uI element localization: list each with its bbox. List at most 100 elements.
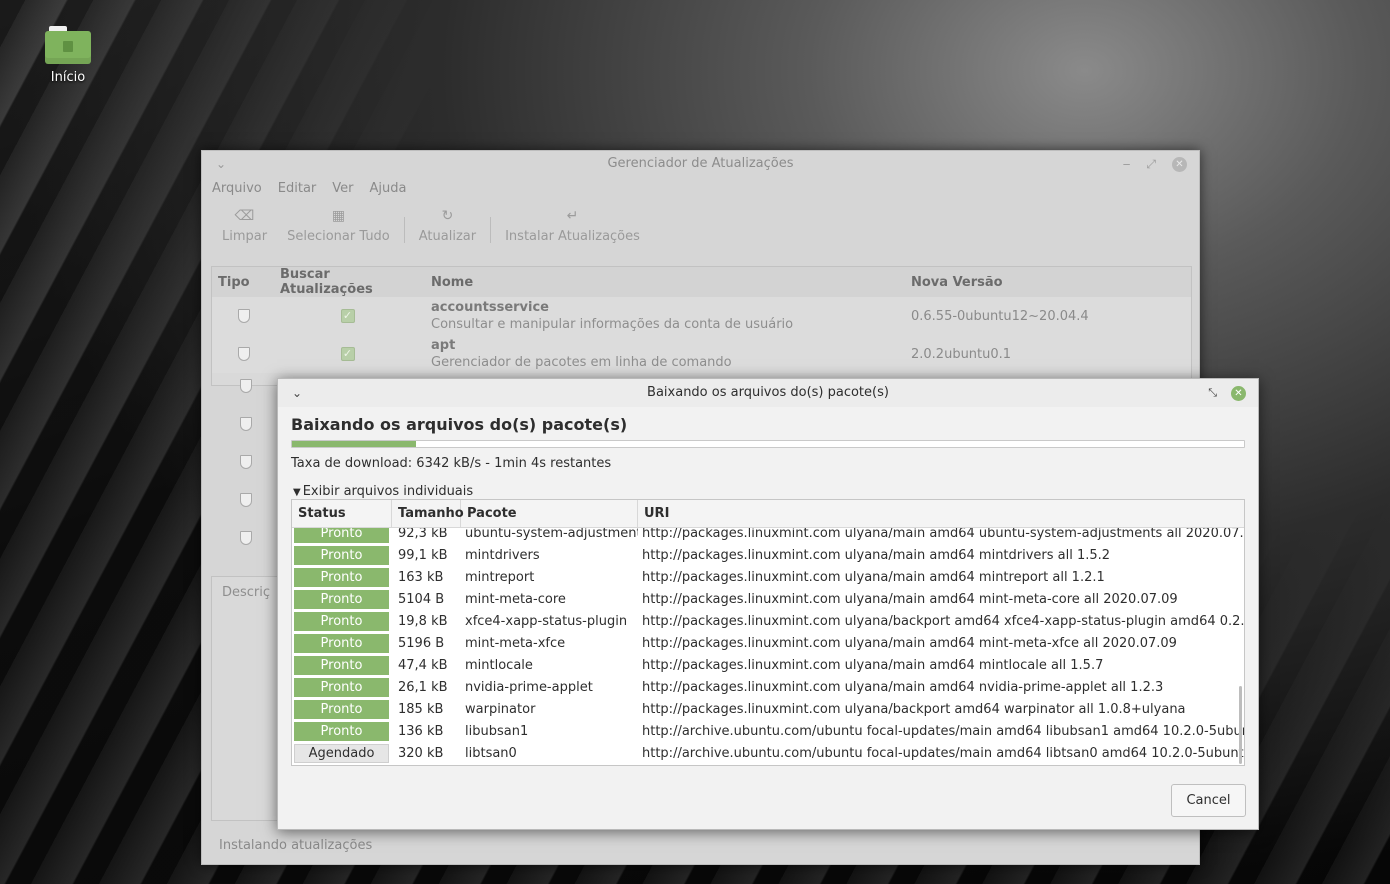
expander-label: Exibir arquivos individuais xyxy=(302,484,474,499)
file-row[interactable]: Pronto 19,8 kB xfce4-xapp-status-plugin htt… xyxy=(292,610,1244,632)
dialog-menu-chevron-icon[interactable]: ⌄ xyxy=(292,379,302,407)
package-row[interactable]: ✓ apt Gerenciador de pacotes em linha de… xyxy=(212,335,1191,373)
security-shield-icon xyxy=(238,309,250,323)
column-pacote[interactable]: Pacote xyxy=(461,500,638,527)
update-checkbox[interactable]: ✓ xyxy=(340,309,355,323)
file-row[interactable]: Pronto 5196 B mint-meta-xfce http://package… xyxy=(292,632,1244,654)
file-package: mintdrivers xyxy=(465,547,540,563)
column-status[interactable]: Status xyxy=(292,500,392,527)
download-progress-bar xyxy=(291,440,1245,448)
dialog-title: Baixando os arquivos do(s) pacote(s) xyxy=(647,385,889,400)
close-icon[interactable]: ✕ xyxy=(1172,156,1187,172)
package-description: Consultar e manipular informações da con… xyxy=(431,317,794,332)
file-row[interactable]: Pronto 47,4 kB mintlocale http://packages.l… xyxy=(292,654,1244,676)
file-row[interactable]: Pronto 185 kB warpinator http://packages.li… xyxy=(292,698,1244,720)
refresh-label: Atualizar xyxy=(418,229,477,244)
toolbar-separator xyxy=(403,217,405,243)
menu-ver[interactable]: Ver xyxy=(332,181,353,201)
security-shield-icon xyxy=(240,531,252,545)
file-size: 163 kB xyxy=(398,569,444,585)
file-size: 99,1 kB xyxy=(398,547,448,563)
status-badge: Agendado xyxy=(294,743,389,763)
file-package: ubuntu-system-adjustments xyxy=(465,528,638,541)
file-uri: http://packages.linuxmint.com ulyana/mai… xyxy=(642,679,1164,695)
clear-label: Limpar xyxy=(222,229,268,244)
file-package: libubsan1 xyxy=(465,723,529,739)
column-uri[interactable]: URI xyxy=(638,500,1244,527)
column-nome[interactable]: Nome xyxy=(425,275,905,290)
package-row[interactable]: ✓ accountsservice Consultar e manipular … xyxy=(212,297,1191,335)
file-uri: http://packages.linuxmint.com ulyana/mai… xyxy=(642,657,1104,673)
file-package: mintlocale xyxy=(465,657,533,673)
status-badge: Pronto xyxy=(294,545,389,565)
menu-arquivo[interactable]: Arquivo xyxy=(212,181,262,201)
status-badge: Pronto xyxy=(294,655,389,675)
select-all-button[interactable]: ▦ Selecionar Tudo xyxy=(277,207,400,244)
status-badge: Pronto xyxy=(294,699,389,719)
status-badge: Pronto xyxy=(294,677,389,697)
file-uri: http://packages.linuxmint.com ulyana/bac… xyxy=(642,613,1244,629)
update-checkbox[interactable]: ✓ xyxy=(340,347,355,361)
dialog-close-icon[interactable]: ✕ xyxy=(1231,385,1246,401)
file-package: mint-meta-xfce xyxy=(465,635,566,651)
file-row[interactable]: Pronto 136 kB libubsan1 http://archive.ubun… xyxy=(292,720,1244,742)
file-uri: http://packages.linuxmint.com ulyana/mai… xyxy=(642,591,1178,607)
install-icon: ↵ xyxy=(566,208,579,224)
package-list: Tipo Buscar Atualizações Nome Nova Versã… xyxy=(211,266,1192,386)
file-row[interactable]: Pronto 92,3 kB ubuntu-system-adjustments ht… xyxy=(292,528,1244,544)
security-shield-icon xyxy=(240,455,252,469)
install-updates-button[interactable]: ↵ Instalar Atualizações xyxy=(495,207,650,244)
file-package: libtsan0 xyxy=(465,745,517,761)
file-size: 5196 B xyxy=(398,635,445,651)
column-nova-versao[interactable]: Nova Versão xyxy=(905,275,1191,290)
files-scrollbar[interactable] xyxy=(1239,686,1242,764)
refresh-button[interactable]: ↻ Atualizar xyxy=(409,207,486,244)
window-menu-chevron-icon[interactable]: ⌄ xyxy=(216,151,226,177)
file-row[interactable]: Pronto 26,1 kB nvidia-prime-applet http://p… xyxy=(292,676,1244,698)
security-shield-icon xyxy=(240,493,252,507)
desktop-icon-inicio[interactable]: Início xyxy=(30,18,106,85)
window-title: Gerenciador de Atualizações xyxy=(607,156,794,171)
status-badge: Pronto xyxy=(294,611,389,631)
file-uri: http://packages.linuxmint.com ulyana/bac… xyxy=(642,701,1186,717)
files-table: Status Tamanho Pacote URI Pronto 92,3 kB u… xyxy=(291,499,1245,766)
restore-icon[interactable]: ⤡ xyxy=(1208,379,1217,407)
dialog-titlebar: ⌄ Baixando os arquivos do(s) pacote(s) ⤡… xyxy=(278,379,1258,407)
menu-editar[interactable]: Editar xyxy=(278,181,317,201)
file-uri: http://packages.linuxmint.com ulyana/mai… xyxy=(642,547,1111,563)
file-uri: http://archive.ubuntu.com/ubuntu focal-u… xyxy=(642,723,1244,739)
package-name: accountsservice xyxy=(431,300,549,315)
file-size: 185 kB xyxy=(398,701,444,717)
file-size: 320 kB xyxy=(398,745,444,761)
file-row[interactable]: Pronto 163 kB mintreport http://packages.li… xyxy=(292,566,1244,588)
package-version: 0.6.55-0ubuntu12~20.04.4 xyxy=(911,308,1089,324)
file-package: nvidia-prime-applet xyxy=(465,679,593,695)
status-badge: Pronto xyxy=(294,567,389,587)
file-row[interactable]: Pronto 99,1 kB mintdrivers http://packages.… xyxy=(292,544,1244,566)
files-table-body[interactable]: Pronto 92,3 kB ubuntu-system-adjustments ht… xyxy=(292,528,1244,765)
file-uri: http://packages.linuxmint.com ulyana/mai… xyxy=(642,569,1105,585)
show-files-expander[interactable]: ▼ Exibir arquivos individuais xyxy=(293,484,473,499)
install-label: Instalar Atualizações xyxy=(505,229,640,244)
download-dialog: ⌄ Baixando os arquivos do(s) pacote(s) ⤡… xyxy=(277,378,1259,830)
menu-ajuda[interactable]: Ajuda xyxy=(370,181,407,201)
file-row[interactable]: Agendado 320 kB libtsan0 http://archive.ubu… xyxy=(292,742,1244,764)
hidden-row-shields xyxy=(240,379,252,545)
file-row[interactable]: Pronto 5104 B mint-meta-core http://package… xyxy=(292,588,1244,610)
description-tab-label[interactable]: Descriç xyxy=(222,585,270,600)
minimize-icon[interactable]: ‒ xyxy=(1123,151,1131,177)
file-uri: http://packages.linuxmint.com ulyana/mai… xyxy=(642,528,1244,541)
file-uri: http://packages.linuxmint.com ulyana/mai… xyxy=(642,635,1177,651)
clear-button[interactable]: ⌫ Limpar xyxy=(212,207,277,244)
file-package: mint-meta-core xyxy=(465,591,566,607)
cancel-button[interactable]: Cancel xyxy=(1171,784,1246,817)
maximize-icon[interactable]: ⤢ xyxy=(1146,151,1156,177)
status-badge: Pronto xyxy=(294,721,389,741)
download-rate: Taxa de download: 6342 kB/s - 1min 4s re… xyxy=(291,456,612,471)
column-buscar[interactable]: Buscar Atualizações xyxy=(270,267,425,297)
package-description: Gerenciador de pacotes em linha de coman… xyxy=(431,355,732,370)
desktop-icon-label: Início xyxy=(50,70,86,85)
column-tipo[interactable]: Tipo xyxy=(212,275,270,290)
column-tamanho[interactable]: Tamanho xyxy=(392,500,464,527)
package-list-header: Tipo Buscar Atualizações Nome Nova Versã… xyxy=(212,267,1191,297)
